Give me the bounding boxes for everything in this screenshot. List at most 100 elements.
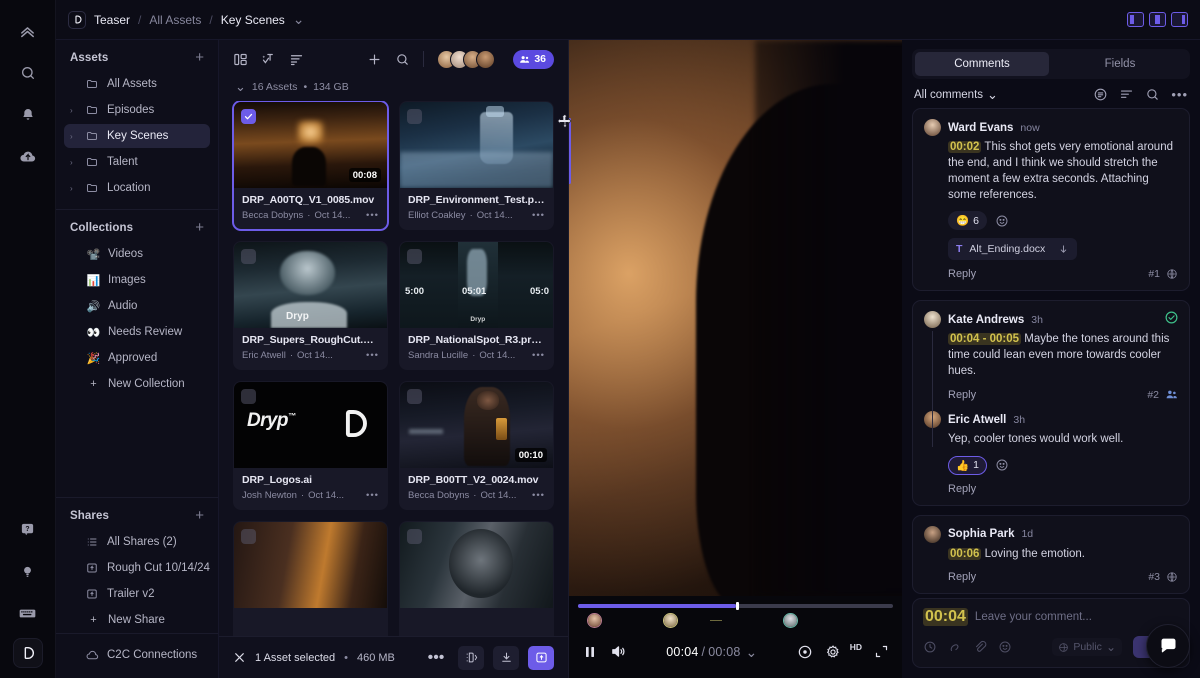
comment-filter-dropdown[interactable]: All comments ⌄ bbox=[914, 88, 998, 101]
plus-icon[interactable] bbox=[367, 52, 382, 67]
bell-icon[interactable] bbox=[11, 98, 45, 132]
sidebar-item-needs-review[interactable]: › 👀 Needs Review bbox=[64, 320, 210, 344]
sidebar-item-all-assets[interactable]: › All Assets bbox=[64, 72, 210, 96]
asset-checkbox[interactable] bbox=[407, 249, 422, 264]
asset-card-selected[interactable]: 00:08 DRP_A00TQ_V1_0085.mov Becca Dobyns… bbox=[233, 101, 388, 230]
asset-more-dots-icon[interactable]: ••• bbox=[366, 210, 379, 221]
fullscreen-icon[interactable] bbox=[874, 644, 889, 659]
progress-scrubber[interactable] bbox=[578, 602, 893, 610]
filter-lines-icon[interactable] bbox=[289, 52, 304, 67]
breadcrumb-all-assets[interactable]: All Assets bbox=[149, 13, 201, 27]
sidebar-item-rough-cut[interactable]: › Rough Cut 10/14/24 bbox=[64, 556, 210, 580]
ai-sort-icon[interactable] bbox=[261, 52, 276, 67]
globe-icon[interactable] bbox=[1166, 571, 1178, 583]
sidebar-item-audio[interactable]: › 🔊 Audio bbox=[64, 294, 210, 318]
reply-button[interactable]: Reply bbox=[948, 571, 976, 583]
tab-comments[interactable]: Comments bbox=[915, 52, 1049, 76]
download-icon[interactable] bbox=[493, 645, 519, 670]
panel-right-toggle[interactable] bbox=[1171, 12, 1188, 27]
draw-icon[interactable] bbox=[948, 640, 962, 654]
asset-card[interactable]: Dryp™ DRP_Logos.ai Josh Newton · Oct 14.… bbox=[233, 381, 388, 510]
tab-fields[interactable]: Fields bbox=[1053, 52, 1187, 76]
comment-marker-2[interactable] bbox=[663, 613, 679, 628]
reply-button[interactable]: Reply bbox=[948, 389, 976, 401]
asset-card[interactable]: 00:10 DRP_B00TT_V2_0024.mov Becca Dobyns… bbox=[399, 381, 554, 510]
globe-icon[interactable] bbox=[1166, 268, 1178, 280]
help-icon[interactable]: ? bbox=[11, 512, 45, 546]
composer-timestamp[interactable]: 00:04 bbox=[923, 608, 968, 626]
cloud-upload-icon[interactable] bbox=[11, 140, 45, 174]
reaction-chip[interactable]: 😁 6 bbox=[948, 211, 987, 231]
asset-more-dots-icon[interactable]: ••• bbox=[532, 350, 545, 361]
record-icon[interactable] bbox=[923, 640, 937, 654]
panel-left-toggle[interactable] bbox=[1127, 12, 1144, 27]
asset-more-dots-icon[interactable]: ••• bbox=[366, 350, 379, 361]
sidebar-item-episodes[interactable]: › Episodes bbox=[64, 98, 210, 122]
quality-badge[interactable]: HD bbox=[850, 642, 862, 652]
chevron-right-icon[interactable]: › bbox=[70, 132, 79, 141]
sidebar-item-location[interactable]: › Location bbox=[64, 176, 210, 200]
time-display[interactable]: 00:04 / 00:08 ⌄ bbox=[666, 645, 757, 659]
asset-more-dots-icon[interactable]: ••• bbox=[532, 210, 545, 221]
asset-checkbox[interactable] bbox=[241, 109, 256, 124]
comment-timestamp[interactable]: 00:06 bbox=[948, 547, 982, 560]
chat-bubble-icon[interactable] bbox=[1146, 624, 1190, 668]
asset-card[interactable] bbox=[399, 521, 554, 650]
chevron-right-icon[interactable]: › bbox=[70, 158, 79, 167]
comment-marker-3[interactable] bbox=[782, 613, 798, 628]
sidebar-item-new-collection[interactable]: › + New Collection bbox=[64, 372, 210, 396]
reaction-chip[interactable]: 👍 1 bbox=[948, 455, 987, 475]
asset-checkbox[interactable] bbox=[407, 389, 422, 404]
sidebar-item-key-scenes[interactable]: › Key Scenes bbox=[64, 124, 210, 148]
dropbox-replay-logo-icon[interactable] bbox=[68, 10, 86, 29]
gear-icon[interactable] bbox=[825, 644, 841, 660]
sidebar-item-trailer-v2[interactable]: › Trailer v2 bbox=[64, 582, 210, 606]
search-icon[interactable] bbox=[395, 52, 410, 67]
comment-marker-1[interactable] bbox=[587, 613, 603, 628]
close-x-icon[interactable] bbox=[233, 651, 246, 664]
emoji-icon[interactable] bbox=[998, 640, 1012, 654]
download-arrow-icon[interactable] bbox=[1058, 244, 1069, 255]
grid-view-icon[interactable] bbox=[233, 52, 248, 67]
home-icon[interactable] bbox=[11, 14, 45, 48]
video-surface[interactable] bbox=[569, 40, 902, 596]
asset-more-dots-icon[interactable]: ••• bbox=[366, 490, 379, 501]
annotation-list-icon[interactable] bbox=[1093, 87, 1108, 102]
breadcrumb-chevron-down-icon[interactable]: ⌄ bbox=[293, 12, 305, 26]
breadcrumb-key-scenes[interactable]: Key Scenes bbox=[221, 13, 285, 27]
comment-timestamp[interactable]: 00:04 - 00:05 bbox=[948, 333, 1022, 346]
chevron-right-icon[interactable]: › bbox=[70, 106, 79, 115]
comment-input[interactable]: Leave your comment... bbox=[975, 611, 1092, 623]
panel-center-toggle[interactable] bbox=[1149, 12, 1166, 27]
comment-thread[interactable]: Sophia Park 1d 00:06 Loving the emotion.… bbox=[912, 514, 1190, 594]
sidebar-item-videos[interactable]: › 📽️ Videos bbox=[64, 242, 210, 266]
sidebar-item-new-share[interactable]: › + New Share bbox=[64, 608, 210, 632]
compare-icon[interactable] bbox=[458, 645, 484, 670]
comment-thread[interactable]: Ward Evans now 00:02 This shot gets very… bbox=[912, 108, 1190, 292]
asset-checkbox[interactable] bbox=[407, 529, 422, 544]
search-icon[interactable] bbox=[11, 56, 45, 90]
more-dots-icon[interactable]: ••• bbox=[1171, 87, 1188, 102]
reply-button[interactable]: Reply bbox=[948, 483, 976, 495]
reply-button[interactable]: Reply bbox=[948, 268, 976, 280]
add-asset-button[interactable]: + bbox=[195, 50, 204, 65]
asset-checkbox[interactable] bbox=[241, 389, 256, 404]
sidebar-item-all-shares[interactable]: › All Shares (2) bbox=[64, 530, 210, 554]
collapse-chevron-icon[interactable]: ⌄ bbox=[235, 80, 246, 93]
share-icon[interactable] bbox=[528, 645, 554, 670]
breadcrumb-project[interactable]: Teaser bbox=[94, 13, 130, 27]
volume-icon[interactable] bbox=[610, 643, 627, 660]
comment-thread[interactable]: Kate Andrews 3h 00:04 - 00:05 Maybe the … bbox=[912, 300, 1190, 506]
pause-icon[interactable] bbox=[582, 644, 598, 660]
asset-card[interactable]: DRP_Environment_Test.psd Elliot Coakley … bbox=[399, 101, 554, 230]
sidebar-item-approved[interactable]: › 🎉 Approved bbox=[64, 346, 210, 370]
member-count-pill[interactable]: 36 bbox=[513, 49, 554, 69]
team-icon[interactable] bbox=[1165, 388, 1178, 401]
comment-timestamp[interactable]: 00:02 bbox=[948, 141, 982, 153]
asset-checkbox[interactable] bbox=[407, 109, 422, 124]
sidebar-item-talent[interactable]: › Talent bbox=[64, 150, 210, 174]
lightbulb-icon[interactable] bbox=[11, 554, 45, 588]
keyboard-icon[interactable] bbox=[11, 596, 45, 630]
time-chevron-down-icon[interactable]: ⌄ bbox=[746, 645, 758, 659]
playhead[interactable] bbox=[735, 602, 739, 610]
